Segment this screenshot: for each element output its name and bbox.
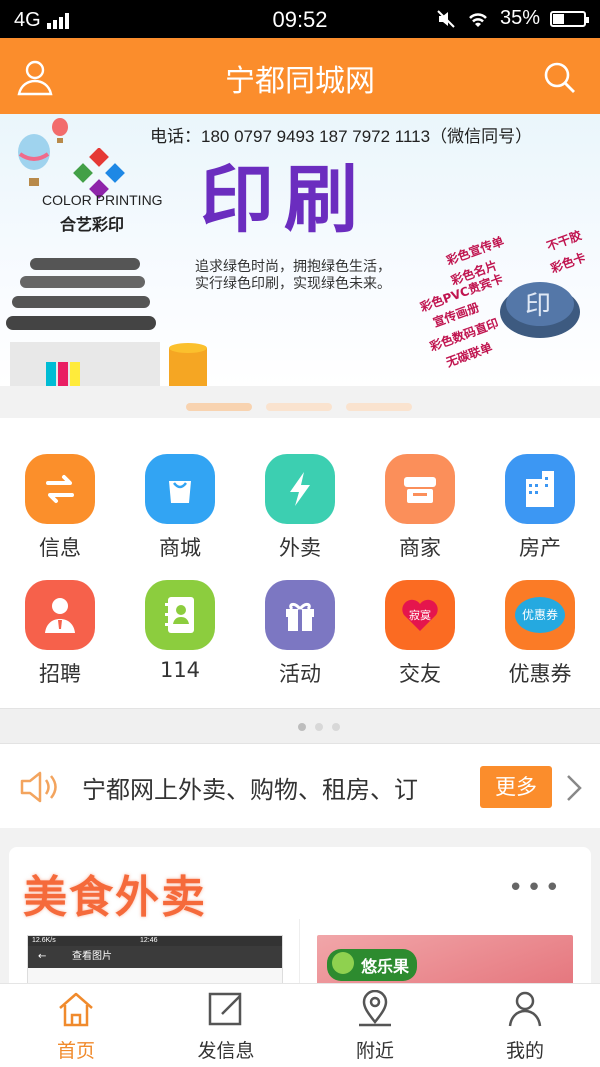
tab-profile[interactable]: 我的 [465,990,585,1063]
contacts-book-icon [145,580,215,650]
thumb-toolbar: ← 查看图片 [28,946,282,968]
back-arrow-icon: ← [38,951,47,962]
hot-air-balloon-icon [18,134,50,186]
tab-post[interactable]: 发信息 [166,990,286,1063]
paint-can-icon [169,343,207,386]
tab-home[interactable]: 首页 [16,990,136,1063]
businessman-icon [25,580,95,650]
category-label: 交友 [399,662,441,686]
category-label: 优惠券 [508,662,572,686]
edit-icon [208,992,242,1026]
category-real-estate[interactable]: 房产 [490,454,590,562]
search-icon[interactable] [540,58,580,98]
person-icon [508,991,542,1027]
status-bar: 4G 09:52 35% [0,0,600,38]
category-label: 商家 [399,536,441,560]
category-dating[interactable]: 寂寞 交友 [370,580,470,688]
category-info[interactable]: 信息 [10,454,110,562]
tab-nearby[interactable]: 附近 [315,989,435,1063]
tab-label: 我的 [505,1040,544,1062]
tab-label: 发信息 [197,1040,255,1062]
logo-english: COLOR PRINTING [42,192,163,208]
shopping-bag-icon [145,454,215,524]
category-label: 114 [159,658,201,682]
pager-dot[interactable] [266,403,332,411]
announcement-text: 宁都网上外卖、购物、租房、订 [82,776,418,804]
mute-icon [437,9,455,28]
category-merchants[interactable]: 商家 [370,454,470,562]
tab-label: 附近 [355,1040,394,1062]
grid-page-dot-active[interactable] [298,723,306,731]
coupon-badge-text: 优惠券 [515,597,565,633]
swap-arrows-icon [25,454,95,524]
tab-label: 首页 [56,1040,95,1062]
svg-text:印: 印 [525,291,551,321]
lightning-icon [265,454,335,524]
category-label: 房产 [519,536,561,560]
app-header: 宁都同城网 [0,38,600,114]
banner-pagination [0,403,600,411]
storefront-icon [385,454,455,524]
category-grid: 信息 商城 外卖 商家 房产 招聘 114 活动 寂寞 交友 优惠券 优惠券 [0,418,600,708]
category-mall[interactable]: 商城 [130,454,230,562]
fruit-brand-badge: 悠乐果 [327,949,418,981]
system-icons: 35% [436,7,589,30]
category-label: 商城 [159,536,201,560]
thumb-statusbar: 12.6K/s 12:46 [28,936,282,946]
gift-icon [265,580,335,650]
building-icon [505,454,575,524]
small-balloon-icon [52,118,68,143]
pager-dot[interactable] [346,403,412,411]
more-options-icon[interactable]: ••• [508,873,563,903]
dating-badge-text: 寂寞 [409,608,431,622]
category-events[interactable]: 活动 [250,580,350,688]
logo-chinese: 合艺彩印 [60,215,125,234]
bottom-tab-bar: 首页 发信息 附近 我的 [0,983,600,1067]
category-label: 招聘 [39,662,81,686]
banner-headline: 印刷 [200,157,368,243]
home-icon [59,992,93,1027]
print-stamp-icon: 印 [500,282,580,338]
category-label: 信息 [39,536,81,560]
battery-icon [550,10,589,27]
thumb-caption: 查看图片 [72,951,112,962]
speaker-icon [20,771,57,803]
grid-pagination [0,708,600,744]
grid-page-dot[interactable] [332,723,340,731]
category-takeout[interactable]: 外卖 [250,454,350,562]
more-button[interactable]: 更多 [480,766,552,808]
heart-icon: 寂寞 [385,580,455,650]
chevron-right-icon[interactable] [562,772,586,804]
category-recruit[interactable]: 招聘 [10,580,110,688]
wifi-icon [469,12,487,27]
announcement-bar[interactable]: 宁都网上外卖、购物、租房、订 更多 [0,744,600,828]
promo-banner[interactable]: 电话：180 0797 9493 187 7972 1113（微信同号） COL… [0,114,600,386]
page-title: 宁都同城网 [225,64,375,99]
category-coupons[interactable]: 优惠券 优惠券 [490,580,590,688]
banner-slogan-2: 实行绿色印刷，实现绿色未来。 [195,276,391,292]
pager-dot-active[interactable] [186,403,252,411]
battery-percent: 35% [499,7,540,29]
category-label: 活动 [279,662,321,686]
section-title: 美食外卖 [23,872,207,923]
coupon-icon: 优惠券 [505,580,575,650]
category-114[interactable]: 114 [130,580,230,682]
grid-page-dot[interactable] [315,723,323,731]
location-pin-icon [359,989,391,1027]
printing-press-icon [6,258,160,386]
category-label: 外卖 [279,536,321,560]
